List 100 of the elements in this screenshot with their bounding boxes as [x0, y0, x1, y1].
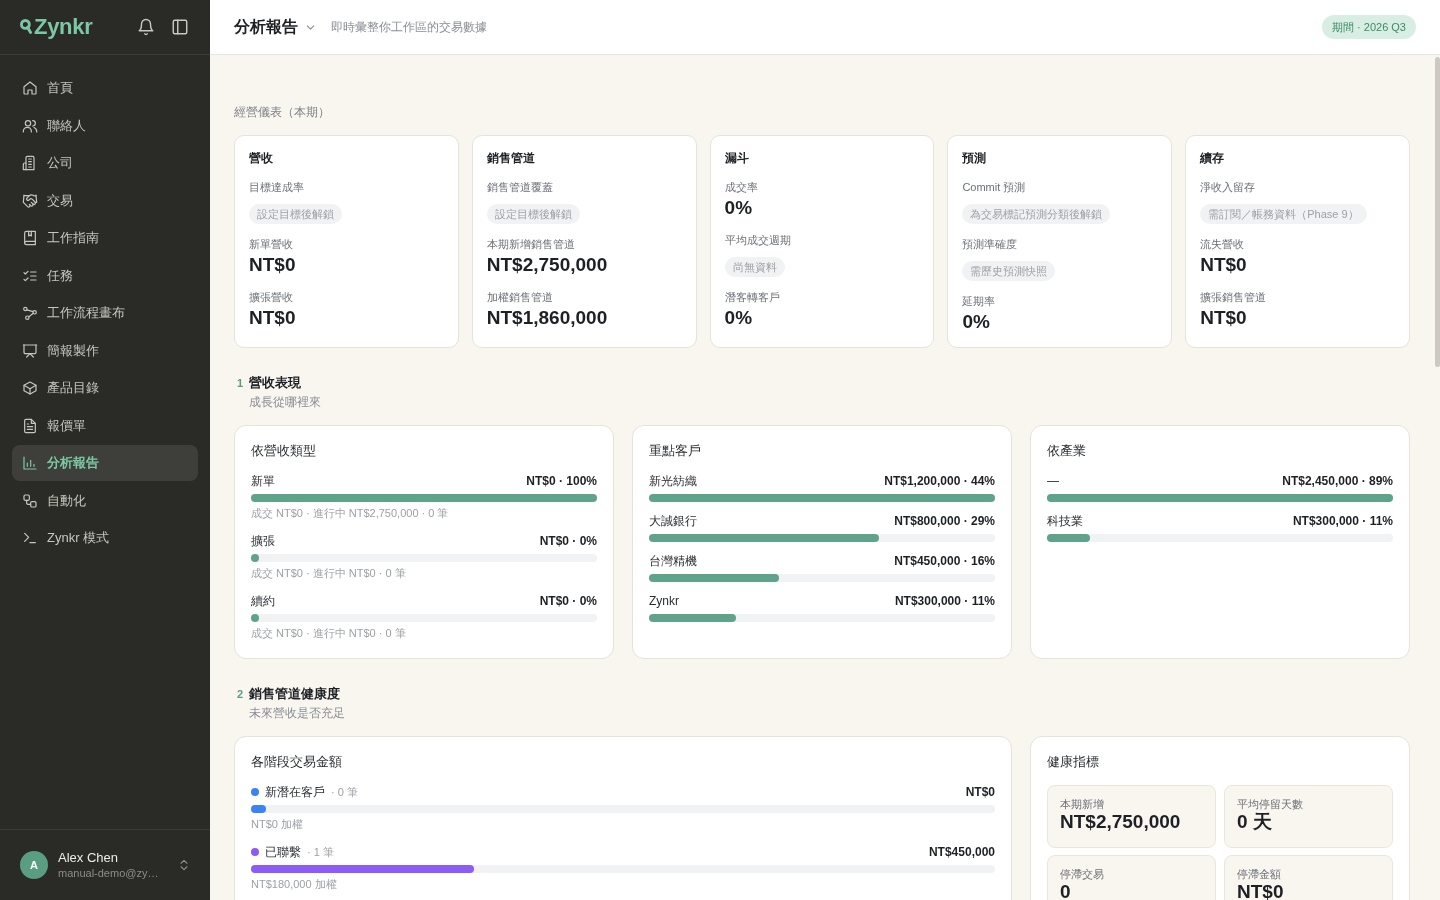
building-icon [22, 155, 38, 171]
metric-label: 目標達成率 [249, 180, 305, 194]
row-note: 成交 NT$0 · 進行中 NT$0 · 0 筆 [251, 626, 407, 640]
panel-title: 依產業 [1047, 442, 1087, 460]
metric-label: 擴張營收 [249, 290, 294, 304]
metric-label: 擴張銷售管道 [1200, 290, 1268, 304]
row-value: NT$450,000 [928, 845, 995, 859]
tile-label: 平均停留天數 [1237, 797, 1304, 811]
nav-item[interactable]: 交易 [12, 182, 198, 219]
metric-value: NT$1,860,000 [486, 306, 609, 330]
metric-label: 本期新增銷售管道 [486, 237, 576, 251]
row-note: 成交 NT$0 · 進行中 NT$2,750,000 · 0 筆 [251, 506, 450, 520]
section-title: 營收表現 [249, 374, 302, 392]
section-number: 2 [236, 687, 245, 702]
nav-item[interactable]: 自動化 [12, 482, 198, 519]
section-label: 經營儀表（本期） [234, 104, 331, 120]
users-icon [22, 117, 38, 134]
row-value: NT$2,450,000 · 89% [1282, 474, 1393, 488]
metric-label: 流失營收 [1200, 237, 1246, 251]
metric-label: Commit 預測 [962, 180, 1027, 194]
nav-item[interactable]: 工作指南 [12, 220, 198, 256]
unlock-hint: 需訂閱／帳務資料（Phase 9） [1200, 204, 1367, 224]
row-note: NT$0 加權 [251, 817, 304, 831]
nav-item[interactable]: 首頁 [12, 70, 198, 106]
stage-count: · 0 筆 [331, 785, 358, 799]
page-subtitle: 即時彙整你工作區的交易數據 [331, 18, 487, 36]
metric-value: 0% [962, 310, 991, 334]
row-value: NT$1,200,000 · 44% [884, 474, 995, 488]
row-label: 大誠銀行 [649, 514, 697, 528]
bar-chart-icon [22, 455, 38, 471]
document-icon [22, 417, 38, 434]
tile-label: 本期新增 [1060, 797, 1105, 811]
nav-item[interactable]: 簡報製作 [12, 332, 198, 369]
unlock-hint: 需歷史預測快照 [962, 261, 1056, 281]
card-title: 營收 [249, 150, 274, 166]
nav-item[interactable]: 報價單 [12, 407, 198, 444]
linked-squares-icon [22, 492, 38, 509]
nav-item[interactable]: 工作流程畫布 [12, 295, 198, 331]
metric-label: 平均成交週期 [724, 233, 792, 247]
metric-value: 0% [724, 196, 754, 220]
metric-label: 潛客轉客戶 [724, 290, 781, 304]
metric-label: 加權銷售管道 [486, 290, 554, 304]
terminal-icon [22, 530, 38, 546]
card-title: 續存 [1200, 150, 1226, 166]
metric-value: NT$0 [1200, 253, 1248, 277]
metric-label: 成交率 [724, 180, 759, 194]
stage-count: · 1 筆 [307, 845, 334, 859]
metric-label: 延期率 [962, 294, 997, 308]
presentation-board-icon [22, 342, 38, 359]
logo-wordmark: Zynkr [34, 14, 93, 40]
metric-value: NT$0 [1200, 306, 1248, 330]
sidebar-panel-icon [171, 18, 189, 36]
section-subtitle: 成長從哪裡來 [249, 394, 322, 410]
period-badge: 期間 · 2026 Q3 [1322, 15, 1416, 39]
row-value: NT$800,000 · 29% [894, 514, 995, 528]
user-email: manual-demo@zy… [58, 866, 159, 880]
metric-value: NT$2,750,000 [486, 253, 609, 277]
tile-value: 0 天 [1237, 812, 1273, 832]
metric-label: 銷售管道覆蓋 [486, 180, 554, 194]
section-subtitle: 未來營收是否充足 [249, 705, 346, 721]
panel-title: 重點客戶 [649, 442, 702, 460]
user-avatar: A [20, 851, 48, 879]
row-label: 科技業 [1047, 514, 1083, 528]
row-value: NT$300,000 · 11% [1292, 514, 1393, 528]
panel-title: 依營收類型 [251, 442, 317, 460]
nav-item[interactable]: 公司 [12, 145, 198, 181]
row-note: 成交 NT$0 · 進行中 NT$0 · 0 筆 [251, 566, 407, 580]
nav-item[interactable]: 分析報告 [12, 445, 198, 481]
cube-icon [22, 380, 38, 396]
nav-item[interactable]: Zynkr 模式 [12, 520, 198, 556]
scrollbar-thumb[interactable] [1435, 57, 1440, 367]
row-label: — [1047, 474, 1059, 488]
nav-item[interactable]: 聯絡人 [12, 107, 198, 144]
tile-label: 停滯交易 [1060, 867, 1105, 881]
logo-mark-icon [20, 19, 33, 35]
tile-value: 0 [1060, 882, 1072, 900]
row-label: 擴張 [251, 534, 275, 548]
nav-item[interactable]: 產品目錄 [12, 370, 198, 406]
home-icon [22, 80, 38, 96]
row-value: NT$0 · 100% [526, 474, 597, 488]
connected-nodes-icon [22, 305, 38, 321]
card-title: 漏斗 [724, 150, 750, 166]
row-value: NT$0 · 0% [539, 534, 597, 548]
page-title-dropdown[interactable]: 分析報告 [234, 16, 317, 38]
metric-value: 0% [724, 306, 754, 330]
row-value: NT$450,000 · 16% [894, 554, 995, 568]
section-title: 銷售管道健康度 [249, 685, 341, 703]
metric-label: 新單營收 [249, 237, 294, 251]
user-name: Alex Chen [58, 850, 119, 866]
nav-item[interactable]: 任務 [12, 257, 198, 294]
row-value: NT$300,000 · 11% [894, 594, 995, 608]
row-label: 新單 [251, 474, 275, 488]
row-label: Zynkr [649, 594, 679, 608]
unlock-hint: 設定目標後解鎖 [249, 204, 342, 224]
metric-label: 預測準確度 [962, 237, 1019, 251]
bell-icon [137, 18, 155, 36]
unlock-hint: 為交易標記預測分類後解鎖 [962, 204, 1111, 224]
card-title: 銷售管道 [486, 150, 536, 166]
row-label: 台灣精機 [649, 554, 697, 568]
panel-title: 健康指標 [1047, 753, 1100, 771]
